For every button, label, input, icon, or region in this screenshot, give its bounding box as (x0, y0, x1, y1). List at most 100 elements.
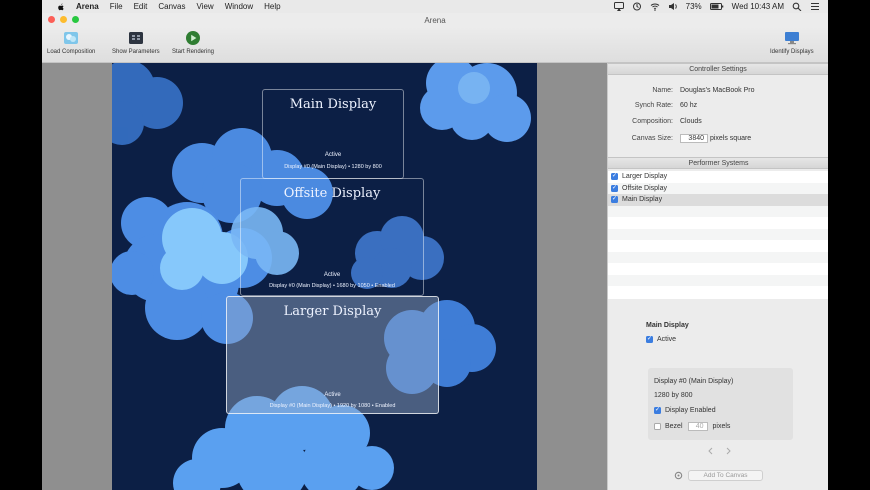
display-title: Main Display (289, 97, 377, 112)
menu-edit[interactable]: Edit (134, 2, 148, 11)
detail-active-row: ✓ Active (646, 336, 676, 343)
display-title: Larger Display (283, 304, 382, 319)
menu-app-name[interactable]: Arena (76, 2, 99, 11)
close-window-button[interactable] (48, 16, 55, 23)
display-detail: Display #0 (Main Display) • 1920 by 1080… (269, 403, 396, 409)
status-area: 73% Wed 10:43 AM (613, 0, 820, 13)
active-checkbox[interactable]: ✓ (646, 336, 653, 343)
display-settings-box: Display #0 (Main Display) 1280 by 800 ✓ … (648, 368, 793, 440)
list-empty-row (608, 274, 828, 286)
list-empty-row (608, 251, 828, 263)
battery-icon[interactable] (709, 2, 724, 11)
canvas-size-label: Canvas Size: (631, 135, 673, 142)
performer-row-offsite[interactable]: ✓ Offsite Display (608, 182, 828, 194)
parameters-icon (128, 32, 143, 44)
canvas-size-row: Canvas Size: 3840 pixels square (608, 134, 828, 146)
bezel-unit: pixels (712, 423, 731, 430)
menu-bar: Arena File Edit Canvas View Window Help … (42, 0, 828, 13)
name-value: Douglas's MacBook Pro (680, 87, 755, 94)
display-resolution: 1280 by 800 (654, 392, 693, 399)
main-display-frame[interactable]: Main Display Active Display #0 (Main Dis… (262, 89, 404, 179)
list-empty-row (608, 217, 828, 229)
menu-clock[interactable]: Wed 10:43 AM (732, 2, 784, 11)
list-empty-row (608, 263, 828, 275)
bezel-field[interactable]: 40 (687, 422, 708, 431)
chevron-left-icon[interactable] (706, 447, 716, 455)
display-enabled-label: Display Enabled (665, 407, 716, 414)
wifi-icon[interactable] (650, 2, 660, 11)
app-frame: Arena File Edit Canvas View Window Help … (42, 0, 828, 490)
synch-label: Synch Rate: (634, 102, 673, 109)
name-label: Name: (652, 87, 673, 94)
canvas-margin-right (537, 63, 607, 490)
add-to-canvas-button[interactable]: Add To Canvas (688, 470, 763, 481)
display-active-label: Active (324, 392, 341, 398)
detail-active-label: Active (657, 336, 677, 343)
display-active-label: Active (323, 272, 341, 278)
battery-percent: 73% (685, 2, 702, 11)
show-parameters-button[interactable]: Show Parameters (112, 30, 160, 55)
identify-displays-button[interactable]: Identify Displays (770, 30, 814, 55)
list-empty-row (608, 228, 828, 240)
composition-label: Composition: (632, 118, 673, 125)
synch-value: 60 hz (680, 102, 698, 109)
menu-canvas[interactable]: Canvas (158, 2, 185, 11)
notification-center-icon[interactable] (810, 2, 820, 11)
display-active-label: Active (324, 152, 342, 158)
play-icon (186, 31, 201, 45)
minimize-window-button[interactable] (60, 16, 67, 23)
menu-file[interactable]: File (110, 2, 123, 11)
display-enabled-row: ✓ Display Enabled (654, 407, 716, 414)
composition-value: Clouds (680, 118, 702, 125)
display-enabled-checkbox[interactable]: ✓ (654, 407, 661, 414)
display-detail: Display #0 (Main Display) • 1280 by 800 (284, 164, 382, 170)
performer-systems-header: Performer Systems (608, 157, 828, 169)
menu-view[interactable]: View (197, 2, 214, 11)
detail-title: Main Display (646, 322, 689, 329)
list-empty-row (608, 205, 828, 217)
composition-canvas[interactable]: Main Display Active Display #0 (Main Dis… (112, 63, 537, 490)
larger-display-frame[interactable]: Larger Display Active Display #0 (Main D… (226, 296, 439, 414)
checkbox-checked-icon[interactable]: ✓ (611, 184, 618, 192)
load-composition-button[interactable]: Load Composition (47, 30, 95, 55)
bezel-label: Bezel (665, 423, 683, 430)
airplay-icon[interactable] (613, 2, 624, 11)
checkbox-checked-icon[interactable]: ✓ (611, 173, 618, 181)
performer-row-larger[interactable]: ✓ Larger Display (608, 171, 828, 183)
name-row: Name: Douglas's MacBook Pro (608, 87, 828, 97)
list-empty-row (608, 240, 828, 252)
checkbox-checked-icon[interactable]: ✓ (611, 196, 618, 204)
canvas-size-field[interactable]: 3840 (680, 134, 708, 143)
toolbar: Load Composition Show Parameters Start R… (42, 27, 828, 63)
canvas-margin-left (42, 63, 112, 490)
zoom-window-button[interactable] (72, 16, 79, 23)
canvas-size-unit: pixels square (709, 135, 752, 142)
volume-icon[interactable] (668, 2, 678, 11)
gear-icon[interactable] (674, 471, 683, 480)
menu-window[interactable]: Window (225, 2, 253, 11)
sync-icon[interactable] (632, 2, 642, 11)
bezel-checkbox[interactable] (654, 423, 661, 430)
composition-icon (64, 32, 79, 44)
performer-list: ✓ Larger Display ✓ Offsite Display ✓ Mai… (608, 171, 828, 299)
synch-row: Synch Rate: 60 hz (608, 102, 828, 112)
start-rendering-button[interactable]: Start Rendering (172, 30, 214, 55)
window-controls (48, 16, 79, 23)
inspector-panel: Controller Settings Name: Douglas's MacB… (607, 63, 828, 490)
performer-row-main[interactable]: ✓ Main Display (608, 194, 828, 206)
controller-settings-header: Controller Settings (608, 63, 828, 75)
bezel-row: Bezel 40 pixels (654, 422, 730, 431)
window-title: Arena (424, 15, 446, 25)
composition-row: Composition: Clouds (608, 118, 828, 128)
display-detail: Display #0 (Main Display) • 1680 by 1050… (269, 283, 395, 289)
monitor-icon (784, 32, 799, 45)
offsite-display-frame[interactable]: Offsite Display Active Display #0 (Main … (240, 178, 424, 296)
chevron-right-icon[interactable] (723, 447, 733, 455)
list-empty-row (608, 286, 828, 298)
apple-icon[interactable] (56, 2, 66, 12)
display-name: Display #0 (Main Display) (654, 378, 734, 385)
menu-help[interactable]: Help (264, 2, 280, 11)
display-title: Offsite Display (283, 186, 381, 201)
spotlight-icon[interactable] (792, 2, 802, 11)
window-titlebar: Arena (42, 13, 828, 27)
